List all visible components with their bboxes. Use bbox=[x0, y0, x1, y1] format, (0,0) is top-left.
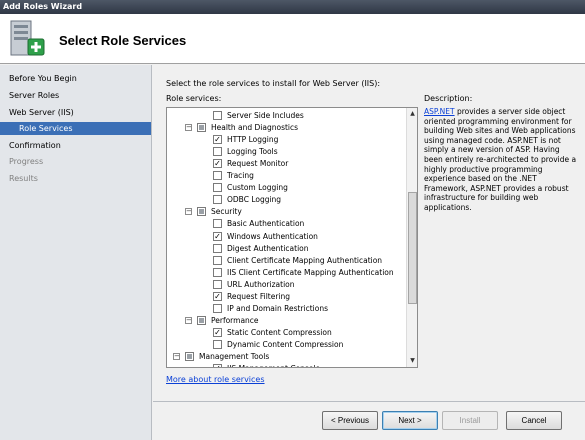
tree-group[interactable]: − Management Tools bbox=[167, 351, 405, 363]
page-title: Select Role Services bbox=[59, 33, 187, 48]
next-button[interactable]: Next > bbox=[382, 411, 438, 430]
tree-item[interactable]: ✓ IIS Management Console bbox=[167, 363, 405, 367]
checkbox[interactable]: ✓ bbox=[213, 231, 222, 241]
tree-item-label: Health and Diagnostics bbox=[211, 123, 299, 133]
tree-item-label: HTTP Logging bbox=[227, 135, 279, 145]
tree-group[interactable]: − Performance bbox=[167, 315, 405, 327]
checkbox[interactable] bbox=[213, 279, 222, 289]
wizard-header: Select Role Services bbox=[0, 14, 585, 64]
tree-item[interactable]: Basic Authentication bbox=[167, 218, 405, 230]
tree-item[interactable]: ✓ HTTP Logging bbox=[167, 134, 405, 146]
collapse-icon[interactable]: − bbox=[185, 124, 192, 132]
tree-item-label: Basic Authentication bbox=[227, 219, 305, 229]
server-add-icon bbox=[10, 20, 45, 56]
checkbox[interactable] bbox=[213, 267, 222, 277]
checkbox[interactable] bbox=[197, 207, 206, 217]
tree-item[interactable]: Client Certificate Mapping Authenticatio… bbox=[167, 255, 405, 267]
previous-button[interactable]: < Previous bbox=[322, 411, 378, 430]
install-button: Install bbox=[442, 411, 498, 430]
description-text: ASP.NET provides a server side object or… bbox=[424, 107, 580, 213]
tree-item-label: ODBC Logging bbox=[227, 195, 282, 205]
tree-group[interactable]: − Health and Diagnostics bbox=[167, 122, 405, 134]
checkbox[interactable] bbox=[213, 171, 222, 181]
aspnet-link[interactable]: ASP.NET bbox=[424, 107, 455, 116]
tree-item[interactable]: IP and Domain Restrictions bbox=[167, 303, 405, 315]
checkbox[interactable]: ✓ bbox=[213, 364, 222, 367]
tree-group[interactable]: − Security bbox=[167, 206, 405, 218]
checkbox[interactable]: ✓ bbox=[213, 135, 222, 145]
tree-item-label: Static Content Compression bbox=[227, 327, 332, 337]
collapse-icon[interactable]: − bbox=[185, 316, 192, 324]
checkbox[interactable] bbox=[213, 147, 222, 157]
description-label: Description: bbox=[424, 94, 473, 103]
sidebar-item-role-services[interactable]: Role Services bbox=[0, 122, 151, 135]
tree-item-label: Client Certificate Mapping Authenticatio… bbox=[227, 255, 383, 265]
checkbox[interactable] bbox=[197, 315, 206, 325]
sidebar-item-confirmation[interactable]: Confirmation bbox=[9, 141, 61, 150]
tree-item[interactable]: Digest Authentication bbox=[167, 243, 405, 255]
tree-scrollbar[interactable]: ▲ ▼ bbox=[406, 108, 417, 367]
tree-item-label: Performance bbox=[211, 315, 259, 325]
tree-item[interactable]: Server Side Includes bbox=[167, 110, 405, 122]
tree-item[interactable]: URL Authorization bbox=[167, 279, 405, 291]
tree-item-label: Custom Logging bbox=[227, 183, 288, 193]
checkbox[interactable] bbox=[213, 303, 222, 313]
tree-item[interactable]: ✓ Static Content Compression bbox=[167, 327, 405, 339]
tree-item[interactable]: Dynamic Content Compression bbox=[167, 339, 405, 351]
tree-item[interactable]: Logging Tools bbox=[167, 146, 405, 158]
tree-item-label: IIS Management Console bbox=[227, 363, 320, 367]
sidebar-item-before-you-begin[interactable]: Before You Begin bbox=[9, 74, 77, 83]
tree-item-label: URL Authorization bbox=[227, 279, 295, 289]
checkbox[interactable] bbox=[213, 243, 222, 253]
more-about-role-services-link[interactable]: More about role services bbox=[166, 375, 265, 384]
scroll-down-icon[interactable]: ▼ bbox=[408, 356, 417, 366]
wizard-steps-sidebar: Before You Begin Server Roles Web Server… bbox=[0, 65, 152, 440]
cancel-button[interactable]: Cancel bbox=[506, 411, 562, 430]
tree-item-label: Request Filtering bbox=[227, 291, 291, 301]
collapse-icon[interactable]: − bbox=[185, 208, 192, 216]
description-body: provides a server side object oriented p… bbox=[424, 107, 577, 212]
tree-item-label: Logging Tools bbox=[227, 147, 278, 157]
tree-item-label: Windows Authentication bbox=[227, 231, 318, 241]
footer-divider bbox=[153, 401, 585, 402]
checkbox[interactable] bbox=[213, 111, 222, 120]
tree-item[interactable]: Tracing bbox=[167, 170, 405, 182]
role-services-tree[interactable]: Server Side Includes − Health and Diagnost… bbox=[166, 107, 418, 368]
tree-item-label: IIS Client Certificate Mapping Authentic… bbox=[227, 267, 394, 277]
instruction-text: Select the role services to install for … bbox=[166, 79, 381, 88]
tree-item[interactable]: IIS Client Certificate Mapping Authentic… bbox=[167, 267, 405, 279]
tree-item[interactable]: ✓ Request Filtering bbox=[167, 291, 405, 303]
scroll-thumb[interactable] bbox=[408, 192, 417, 304]
tree-item-label: Digest Authentication bbox=[227, 243, 309, 253]
sidebar-item-web-server-iis[interactable]: Web Server (IIS) bbox=[9, 108, 74, 117]
tree-item[interactable]: ✓ Request Monitor bbox=[167, 158, 405, 170]
checkbox[interactable] bbox=[213, 183, 222, 193]
sidebar-item-progress: Progress bbox=[9, 157, 44, 166]
role-services-label: Role services: bbox=[166, 94, 222, 103]
tree-item-label: Request Monitor bbox=[227, 159, 289, 169]
tree-item-label: Server Side Includes bbox=[227, 111, 304, 120]
checkbox[interactable] bbox=[213, 255, 222, 265]
collapse-icon[interactable]: − bbox=[173, 353, 180, 360]
checkbox[interactable] bbox=[213, 219, 222, 229]
sidebar-item-results: Results bbox=[9, 174, 38, 183]
tree-item[interactable]: Custom Logging bbox=[167, 182, 405, 194]
checkbox[interactable] bbox=[197, 123, 206, 133]
tree-item-label: Dynamic Content Compression bbox=[227, 339, 344, 349]
checkbox[interactable] bbox=[185, 352, 194, 361]
tree-item-label: IP and Domain Restrictions bbox=[227, 303, 329, 313]
tree-item[interactable]: ODBC Logging bbox=[167, 194, 405, 206]
sidebar-item-server-roles[interactable]: Server Roles bbox=[9, 91, 59, 100]
checkbox[interactable] bbox=[213, 339, 222, 349]
checkbox[interactable]: ✓ bbox=[213, 159, 222, 169]
scroll-up-icon[interactable]: ▲ bbox=[408, 109, 417, 119]
checkbox[interactable] bbox=[213, 195, 222, 205]
tree-item-label: Management Tools bbox=[199, 352, 270, 361]
window-title: Add Roles Wizard bbox=[0, 0, 585, 14]
tree-item-label: Security bbox=[211, 207, 242, 217]
tree-item-label: Tracing bbox=[227, 171, 254, 181]
checkbox[interactable]: ✓ bbox=[213, 327, 222, 337]
tree-item[interactable]: ✓ Windows Authentication bbox=[167, 231, 405, 243]
checkbox[interactable]: ✓ bbox=[213, 291, 222, 301]
